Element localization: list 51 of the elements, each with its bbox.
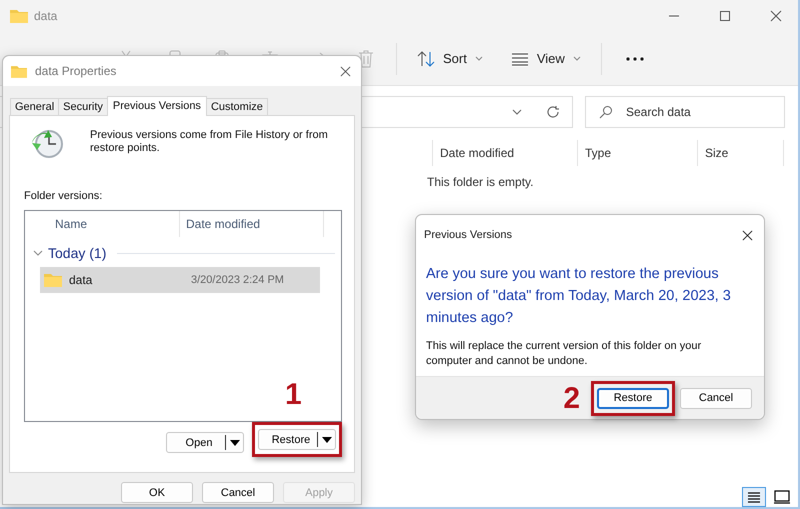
sort-icon (417, 50, 435, 66)
dialog-title: data Properties (35, 64, 116, 78)
chevron-icon (474, 56, 483, 62)
dialog-button[interactable]: Cancel (202, 482, 274, 503)
folder-icon (11, 64, 27, 78)
caret-icon (322, 436, 332, 442)
column-header[interactable]: Date modified (180, 211, 324, 237)
refresh-icon[interactable] (546, 105, 560, 119)
version-name: data (69, 273, 94, 287)
tab[interactable]: General (10, 98, 60, 115)
column-header[interactable]: Size (697, 140, 784, 166)
tab[interactable]: Previous Versions (106, 96, 207, 116)
group-header[interactable]: Today (1) (48, 245, 106, 261)
maximize-icon[interactable] (719, 10, 731, 22)
version-date: 3/20/2023 2:24 PM (191, 274, 284, 286)
info-text: Previous versions come from File History or from restore points. (90, 129, 329, 156)
dialog-button[interactable]: Cancel (680, 388, 752, 408)
step-number: 1 (285, 380, 302, 410)
close-icon[interactable] (770, 10, 782, 22)
chevron-icon[interactable] (512, 109, 522, 115)
dialog-title: Previous Versions (424, 229, 512, 241)
chevron-icon[interactable] (33, 250, 43, 256)
question-text: Are you sure you want to restore the previous version of "data" from Today, March 20, 2023, 3 minutes ago? (425, 265, 732, 328)
close-icon[interactable] (742, 230, 753, 240)
caret-icon (230, 440, 240, 446)
close-icon[interactable] (340, 66, 351, 76)
version-row[interactable]: data 3/20/2023 2:24 PM (40, 267, 320, 293)
tab[interactable]: Security (58, 98, 108, 115)
column-header[interactable]: Name (25, 211, 180, 237)
note-text: This will replace the current version of this folder on your computer and cannot be undone. (425, 339, 702, 369)
search-field[interactable]: Search data (585, 96, 785, 128)
column-header[interactable]: Date modified (432, 140, 577, 166)
split-button[interactable]: Restore (258, 429, 336, 450)
more-icon[interactable] (626, 56, 644, 60)
empty-message: This folder is empty. (426, 175, 534, 189)
details-view-icon[interactable] (742, 487, 766, 507)
view-button[interactable]: View (510, 47, 581, 70)
folder-icon (10, 9, 28, 23)
folder-icon (44, 273, 62, 287)
tab[interactable]: Customize (206, 98, 268, 115)
window-title: data (34, 9, 58, 23)
step-number: 2 (563, 384, 580, 414)
column-header[interactable]: Type (577, 140, 697, 166)
menu-icon (510, 52, 529, 66)
dialog-button[interactable]: OK (121, 482, 193, 503)
chevron-icon (572, 56, 581, 62)
sort-button[interactable]: Sort (417, 46, 483, 70)
clock-icon (30, 129, 64, 159)
dialog-button[interactable]: Restore (597, 388, 669, 408)
split-button[interactable]: Open (166, 432, 244, 453)
list-label: Folder versions: (24, 190, 104, 202)
